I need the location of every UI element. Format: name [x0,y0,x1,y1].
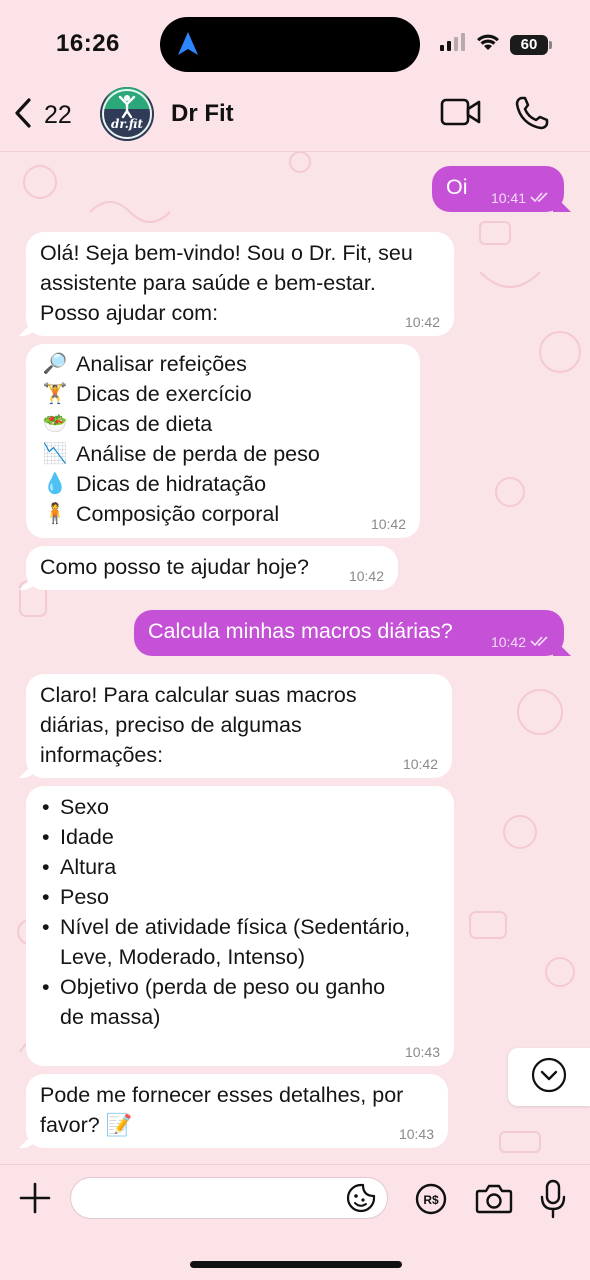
salad-emoji-icon: 🥗 [42,413,68,435]
bullet-list: Sexo Idade Altura Peso Nível de atividad… [40,792,440,1032]
video-call-icon[interactable] [440,97,482,134]
chart-decreasing-emoji-icon: 📉 [42,443,68,465]
message-line: diárias, preciso de algumas [40,713,302,737]
bullet-text: Peso [60,885,110,909]
wifi-icon [476,33,500,56]
avatar-logo-text: dr.fit [110,117,144,131]
message-time: 10:42 [490,634,526,650]
message-meta: 10:41 [491,190,550,206]
message-outgoing[interactable]: Calcula minhas macros diárias? 10:42 [134,610,564,656]
phone-call-icon[interactable] [514,95,550,136]
list-item: 🧍 Composição corporal [40,499,406,529]
back-button[interactable]: 22 [12,97,72,134]
battery-indicator: 60 [510,34,552,55]
list-item: 💧 Dicas de hidratação [40,469,406,499]
message-incoming[interactable]: Olá! Seja bem-vindo! Sou o Dr. Fit, seu … [26,232,454,336]
list-item: 📉 Análise de perda de peso [40,439,406,469]
chat-header: 22 dr.fit Dr Fit [0,85,590,145]
message-line: Olá! Seja bem-vindo! Sou o Dr. Fit, seu [40,241,413,265]
list-item-text: Dicas de exercício [76,382,252,406]
message-text: Calcula minhas macros diárias? [148,619,453,643]
double-check-icon [530,190,550,206]
magnifier-emoji-icon: 🔎 [42,353,68,375]
message-line: Pode me fornecer esses detalhes, por [40,1083,404,1107]
bullet-text: Objetivo (perda de peso ou ganho [60,975,386,999]
home-indicator [190,1261,402,1268]
list-item-text: Análise de perda de peso [76,442,320,466]
message-time: 10:43 [404,1044,440,1060]
chevron-down-circle-icon [531,1057,567,1098]
bullet-text: Idade [60,825,114,849]
navigation-arrow-icon [176,31,200,62]
bullet-item: Objetivo (perda de peso ou ganho de mass… [40,972,440,1032]
list-item: 🏋️ Dicas de exercício [40,379,406,409]
message-input[interactable] [70,1177,388,1219]
bullet-item: Nível de atividade física (Sedentário, L… [40,912,440,972]
bullet-text: Leve, Moderado, Intenso) [60,945,306,969]
microphone-icon[interactable] [540,1179,566,1224]
message-text: Oi [446,175,468,199]
dynamic-island [160,17,420,72]
message-text: Como posso te ajudar hoje? [40,555,309,579]
message-time: 10:42 [402,756,438,772]
message-line: Claro! Para calcular suas macros [40,683,357,707]
plus-icon[interactable] [18,1181,52,1220]
chat-area[interactable]: Oi 10:41 Olá! Seja bem-vindo! Sou o Dr. … [0,152,590,1164]
message-line: favor? 📝 [40,1113,133,1137]
unread-count: 22 [44,101,72,129]
weightlifter-emoji-icon: 🏋️ [42,383,68,405]
bullet-item: Peso [40,882,440,912]
bullet-item: Sexo [40,792,440,822]
double-check-icon [530,634,550,650]
standing-person-emoji-icon: 🧍 [42,503,68,525]
sticker-icon[interactable] [346,1183,376,1218]
contact-name[interactable]: Dr Fit [171,100,234,128]
bullet-item: Altura [40,852,440,882]
scroll-to-bottom-button[interactable] [508,1048,590,1106]
message-incoming[interactable]: Como posso te ajudar hoje? 10:42 [26,546,398,590]
message-time: 10:41 [490,190,526,206]
camera-icon[interactable] [475,1183,513,1220]
message-line: assistente para saúde e bem-estar. [40,271,376,295]
avatar[interactable]: dr.fit [100,87,154,141]
message-line: Posso ajudar com: [40,301,219,325]
message-incoming[interactable]: Pode me fornecer esses detalhes, por fav… [26,1074,448,1148]
message-line: informações: [40,743,164,767]
message-incoming[interactable]: 🔎 Analisar refeições 🏋️ Dicas de exercício… [26,344,420,538]
message-incoming[interactable]: Claro! Para calcular suas macros diárias… [26,674,452,778]
top-bar: 16:26 60 22 dr.fit Dr Fit [0,0,590,152]
bullet-text: de massa) [60,1005,161,1029]
bullet-item: Idade [40,822,440,852]
droplet-emoji-icon: 💧 [42,473,68,495]
status-time: 16:26 [56,30,120,57]
status-icons: 60 [440,33,552,56]
bullet-text: Nível de atividade física (Sedentário, [60,915,411,939]
composer-bar: R$ [0,1164,590,1280]
bullet-text: Altura [60,855,117,879]
message-time: 10:42 [404,314,440,330]
list-item-text: Dicas de dieta [76,412,213,436]
svg-text:R$: R$ [423,1193,439,1207]
signal-icon [440,33,466,56]
list-item-text: Dicas de hidratação [76,472,267,496]
bullet-text: Sexo [60,795,110,819]
chevron-left-icon [12,97,34,134]
list-item-text: Analisar refeições [76,352,247,376]
list-item-text: Composição corporal [76,502,280,526]
message-incoming[interactable]: Sexo Idade Altura Peso Nível de atividad… [26,786,454,1066]
list-item: 🥗 Dicas de dieta [40,409,406,439]
message-time: 10:42 [370,516,406,532]
list-item: 🔎 Analisar refeições [40,349,406,379]
message-meta: 10:42 [491,634,550,650]
message-time: 10:43 [398,1126,434,1142]
payment-icon[interactable]: R$ [415,1183,447,1220]
message-time: 10:42 [348,568,384,584]
message-outgoing[interactable]: Oi 10:41 [432,166,564,212]
